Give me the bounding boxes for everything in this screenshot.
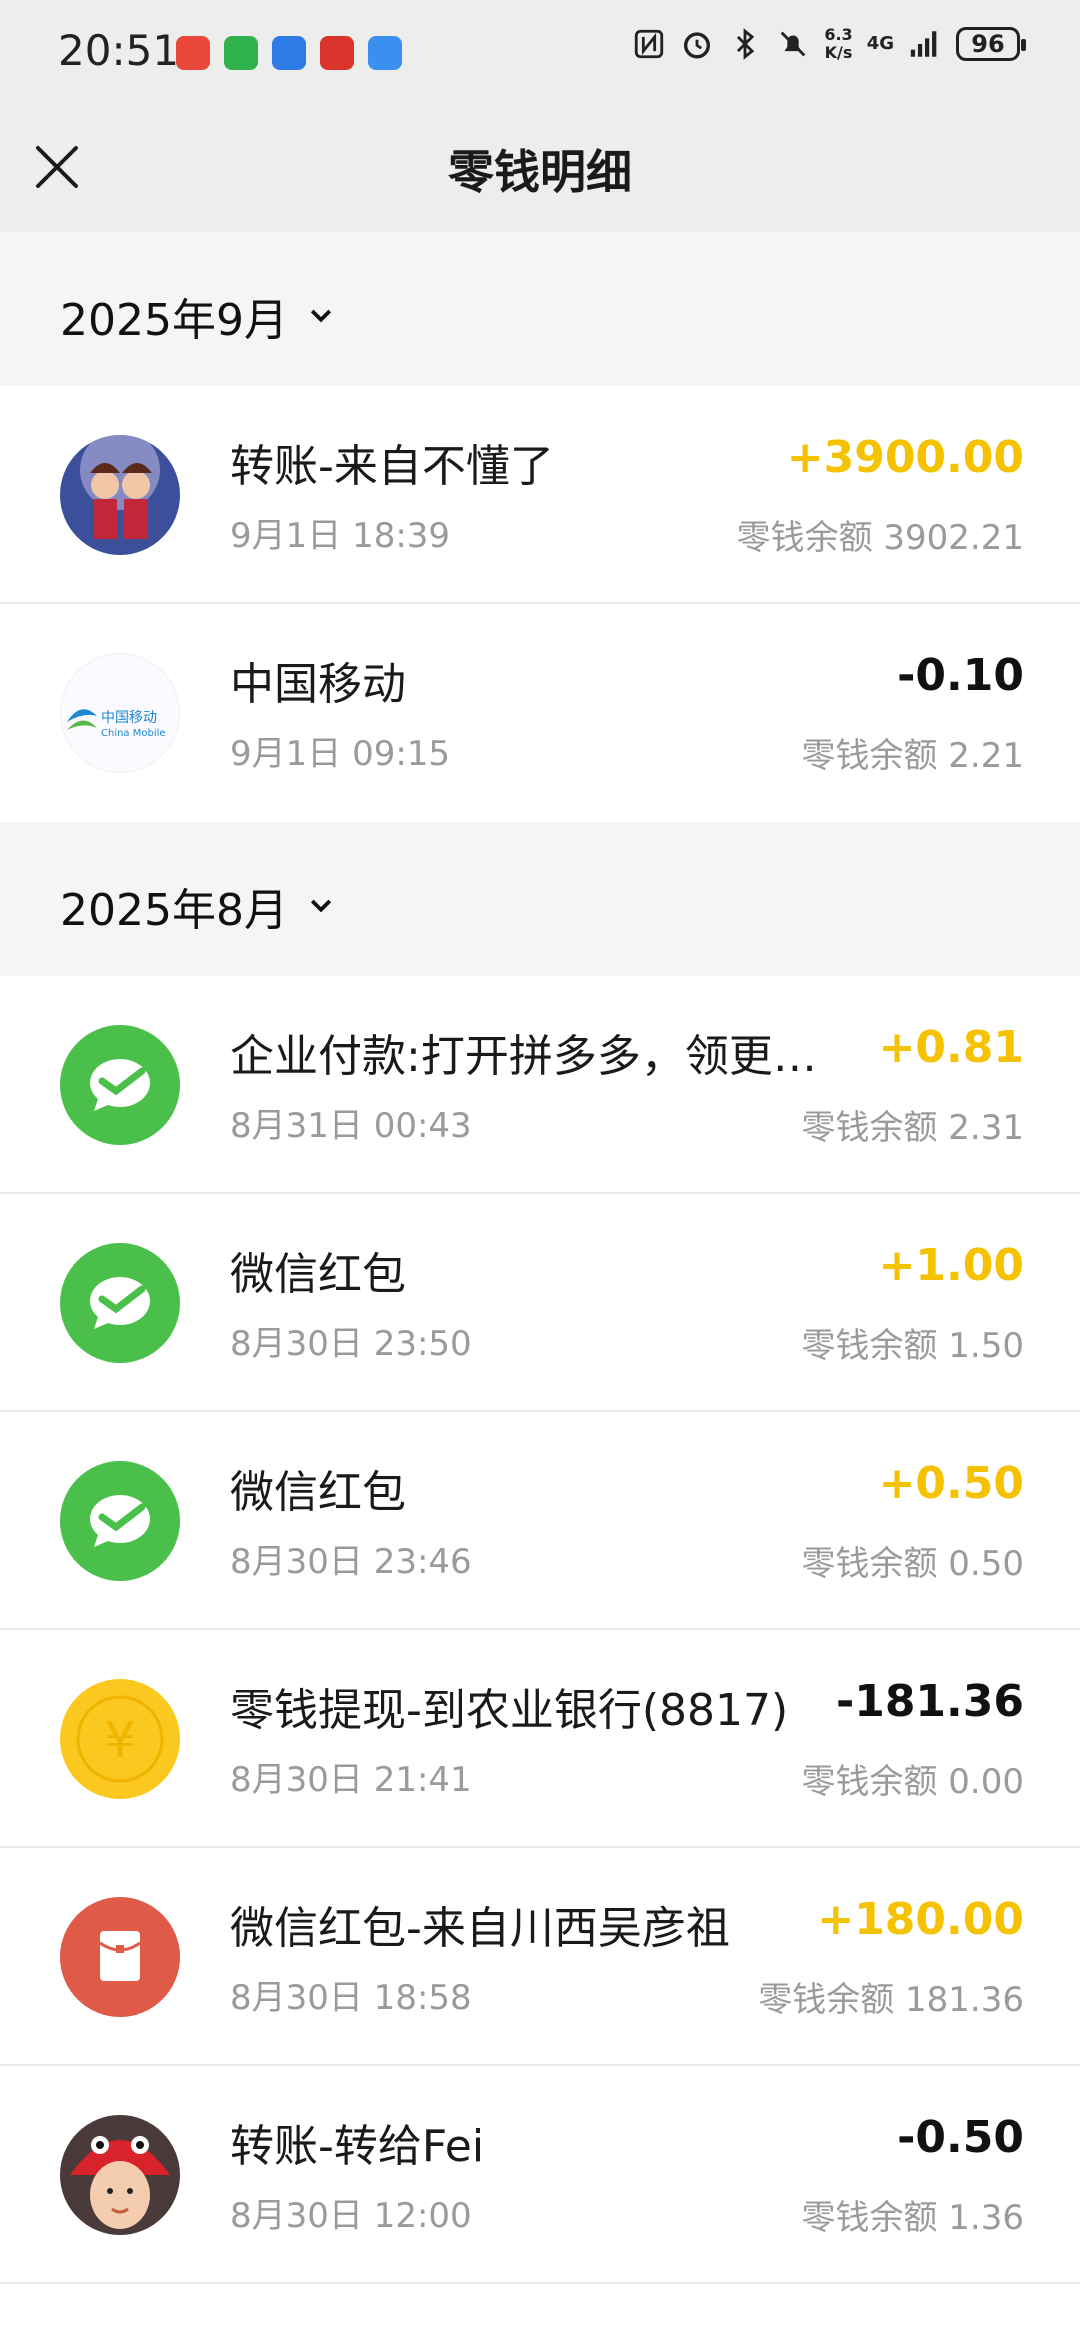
transaction-title: 转账-转给Fei: [230, 2121, 485, 2172]
transaction-balance: 零钱余额 2.21: [801, 736, 1024, 776]
month-filter-aug[interactable]: 2025年8月: [0, 822, 1080, 976]
transaction-row[interactable]: 中国移动 China Mobile 中国移动 9月1日 09:15 -0.10 …: [0, 604, 1080, 822]
china-mobile-logo: 中国移动 China Mobile: [60, 653, 180, 773]
month-label: 2025年9月: [60, 295, 288, 346]
nav-bar: 零钱明细: [0, 104, 1080, 232]
transaction-amount: +0.81: [878, 1022, 1024, 1073]
wallet-app-icon: [368, 36, 402, 70]
coin-symbol: ¥: [104, 1711, 136, 1769]
transaction-row[interactable]: 企业付款:打开拼多多，领更… 8月31日 00:43 +0.81 零钱余额 2.…: [0, 976, 1080, 1194]
shield-app-icon: [272, 36, 306, 70]
status-right: 6.3 K/s 4G 96: [632, 25, 1026, 62]
transaction-title: 企业付款:打开拼多多，领更…: [230, 1031, 817, 1082]
transaction-row[interactable]: 转账-转给Fei 8月30日 12:00 -0.50 零钱余额 1.36: [0, 2066, 1080, 2284]
transaction-amount: -0.10: [897, 650, 1024, 701]
wechat-pay-icon: [60, 1461, 180, 1581]
transaction-balance: 零钱余额 2.31: [801, 1108, 1024, 1148]
transaction-row[interactable]: 微信红包-来自川西吴彦祖 8月30日 18:58 +180.00 零钱余额 18…: [0, 1848, 1080, 2066]
chevron-down-icon: [310, 309, 332, 323]
transaction-time: 8月30日 23:50: [230, 1324, 472, 1364]
battery-indicator: 96: [956, 27, 1026, 61]
transaction-row[interactable]: 微信红包 8月30日 23:50 +1.00 零钱余额 1.50: [0, 1194, 1080, 1412]
shopping-app-icon: [320, 36, 354, 70]
transaction-title: 微信红包: [230, 1249, 406, 1300]
transaction-balance: 零钱余额 3902.21: [736, 518, 1024, 558]
net-speed: 6.3 K/s: [824, 25, 853, 62]
transaction-balance: 零钱余额 0.50: [801, 1544, 1024, 1584]
transaction-balance: 零钱余额 1.50: [801, 1326, 1024, 1366]
alarm-icon: [684, 32, 711, 59]
missed-call-icon: [176, 36, 210, 70]
transaction-time: 8月30日 21:41: [230, 1760, 472, 1800]
transaction-row[interactable]: 转账-来自不懂了 9月1日 18:39 +3900.00 零钱余额 3902.2…: [0, 386, 1080, 604]
red-packet-icon: [60, 1897, 180, 2017]
logo-text: 中国移动: [101, 710, 157, 726]
chevron-down-icon: [310, 899, 332, 913]
status-time: 20:51: [58, 26, 180, 75]
transaction-balance: 零钱余额 181.36: [758, 1980, 1024, 2020]
user-avatar-icon: [60, 2115, 180, 2235]
wechat-notification-icon: [224, 36, 258, 70]
transaction-row[interactable]: 微信红包 8月30日 23:46 +0.50 零钱余额 0.50: [0, 1412, 1080, 1630]
network-type: 4G: [866, 33, 894, 54]
transaction-balance: 零钱余额 1.36: [801, 2198, 1024, 2238]
bluetooth-icon: [737, 28, 755, 60]
transaction-title: 微信红包: [230, 1467, 406, 1518]
transaction-amount: +1.00: [878, 1240, 1024, 1291]
month-filter-sept[interactable]: 2025年9月: [0, 232, 1080, 386]
transaction-amount: +180.00: [817, 1894, 1024, 1945]
transaction-time: 9月1日 18:39: [230, 516, 451, 556]
transaction-balance: 零钱余额 0.00: [801, 1762, 1024, 1802]
logo-subtext: China Mobile: [101, 728, 166, 739]
transaction-time: 8月30日 23:46: [230, 1542, 472, 1582]
signal-icon: [910, 31, 937, 57]
transaction-amount: +0.50: [878, 1458, 1024, 1509]
page-title: 零钱明细: [448, 145, 632, 199]
user-avatar-icon: [60, 435, 180, 555]
transaction-title: 零钱提现-到农业银行(8817): [230, 1685, 789, 1736]
transaction-time: 9月1日 09:15: [230, 734, 451, 774]
transaction-time: 8月30日 18:58: [230, 1978, 472, 2018]
wechat-pay-icon: [60, 1243, 180, 1363]
mute-bell-icon: [781, 31, 806, 57]
nfc-icon: [635, 29, 664, 59]
transaction-amount: -181.36: [835, 1676, 1024, 1727]
transaction-amount: +3900.00: [786, 432, 1024, 483]
transaction-title: 微信红包-来自川西吴彦祖: [230, 1903, 730, 1954]
transaction-row[interactable]: ¥ 零钱提现-到农业银行(8817) 8月30日 21:41 -181.36 零…: [0, 1630, 1080, 1848]
transaction-title: 中国移动: [230, 659, 406, 710]
divider: [0, 2282, 1080, 2284]
month-label: 2025年8月: [60, 885, 288, 936]
notification-icons: [176, 36, 402, 70]
yuan-coin-icon: ¥: [60, 1679, 180, 1799]
transaction-title: 转账-来自不懂了: [230, 441, 554, 492]
transaction-amount: -0.50: [897, 2112, 1024, 2163]
transaction-time: 8月31日 00:43: [230, 1106, 472, 1146]
wechat-pay-icon: [60, 1025, 180, 1145]
transaction-time: 8月30日 12:00: [230, 2196, 472, 2236]
status-bar: 20:51 6.3 K/s 4G 96: [0, 0, 1080, 104]
